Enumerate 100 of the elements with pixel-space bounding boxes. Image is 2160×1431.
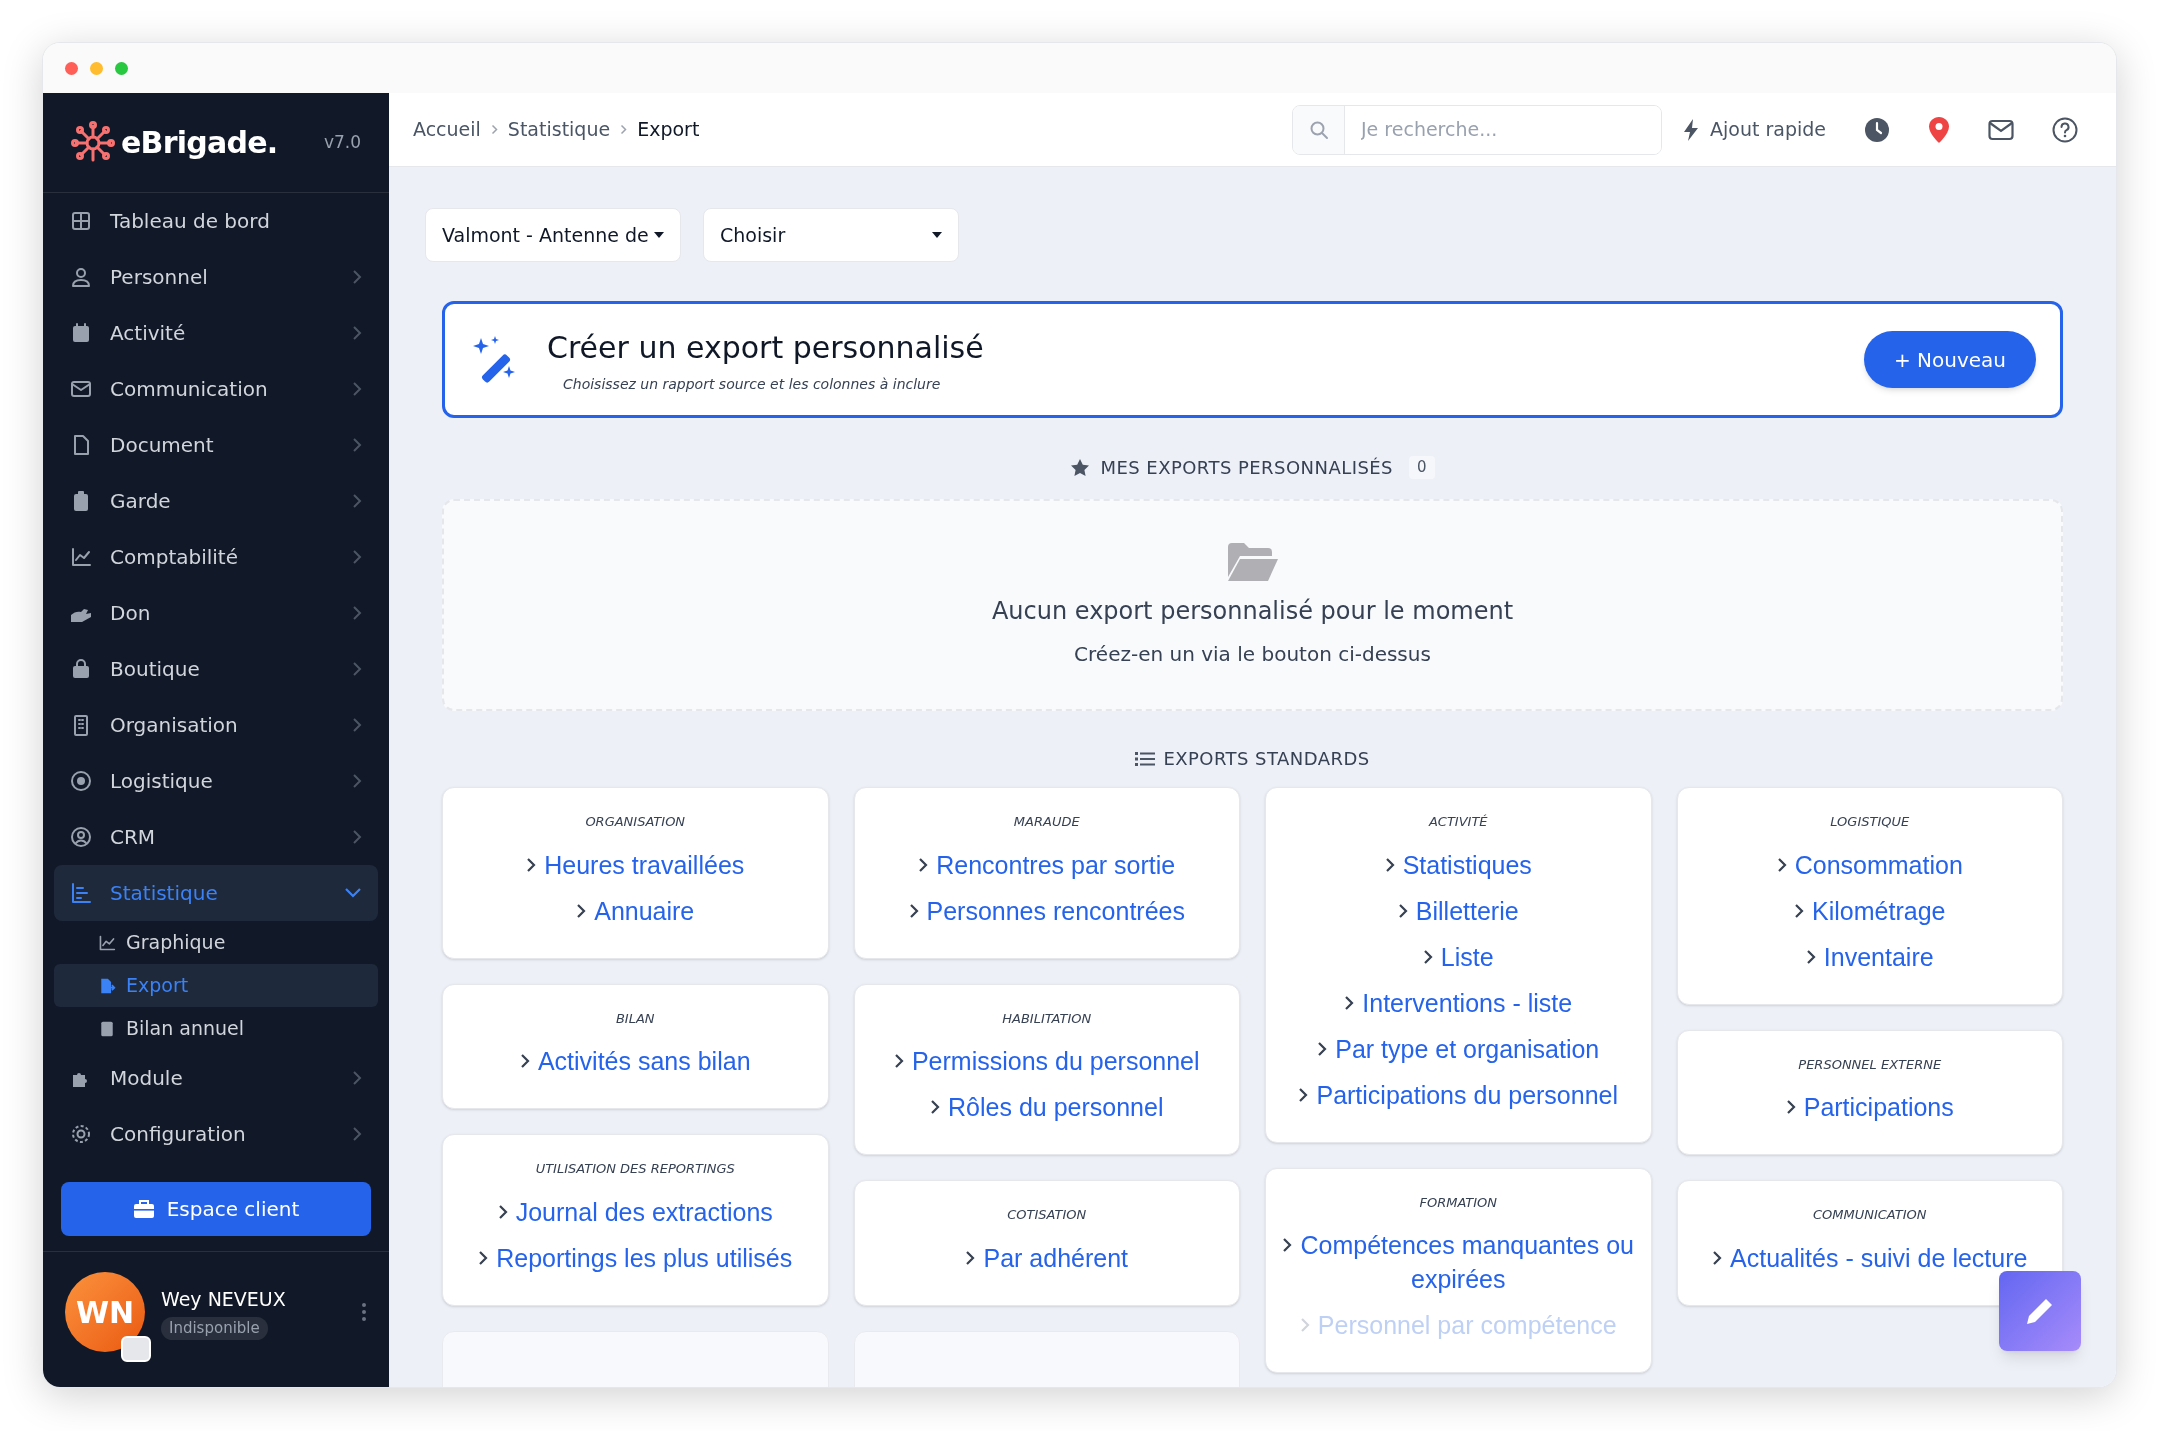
- category-label: UTILISATION DES REPORTINGS: [535, 1160, 735, 1178]
- sidebar-item[interactable]: Boutique: [54, 641, 378, 697]
- caret-down-icon: [654, 232, 664, 238]
- chevron-right-icon: [352, 661, 362, 677]
- sidebar-item[interactable]: Configuration: [54, 1106, 378, 1162]
- line-chart-icon: [98, 933, 116, 952]
- search-icon: [1308, 119, 1329, 140]
- chevron-right-icon: [497, 1203, 508, 1220]
- file-export-icon: [98, 976, 116, 995]
- export-link[interactable]: Journal des extractions: [497, 1188, 773, 1235]
- mail-icon[interactable]: [1988, 118, 2014, 141]
- edit-floating-button[interactable]: [1999, 1271, 2081, 1351]
- sidebar-item[interactable]: Don: [54, 585, 378, 641]
- export-link[interactable]: Permissions du personnel: [893, 1038, 1200, 1084]
- sidebar-item[interactable]: Logistique: [54, 753, 378, 809]
- lightning-icon: [1682, 117, 1700, 142]
- chevron-right-icon: [352, 549, 362, 565]
- export-link[interactable]: Participations du personnel: [1298, 1071, 1619, 1118]
- export-link[interactable]: Par type et organisation: [1317, 1025, 1600, 1072]
- more-options-icon[interactable]: [361, 1302, 367, 1322]
- sidebar-item[interactable]: Personnel: [54, 249, 378, 305]
- sidebar-subitem[interactable]: Bilan annuel: [54, 1007, 378, 1050]
- user-name: Wey NEVEUX: [161, 1286, 287, 1312]
- export-link[interactable]: Compétences manquantes ou expirées: [1280, 1222, 1637, 1302]
- user-avatar[interactable]: WN: [65, 1272, 145, 1352]
- category-label: ORGANISATION: [585, 813, 686, 831]
- help-icon[interactable]: [2052, 116, 2078, 143]
- list-icon: [1135, 750, 1156, 767]
- export-link[interactable]: Personnes rencontrées: [908, 887, 1185, 934]
- export-link[interactable]: Kilométrage: [1794, 887, 1946, 934]
- sidebar-item[interactable]: Organisation: [54, 697, 378, 753]
- gear-icon: [70, 1123, 92, 1145]
- sidebar-item[interactable]: Comptabilité: [54, 529, 378, 585]
- clock-icon[interactable]: [1864, 116, 1890, 143]
- export-link[interactable]: Inventaire: [1805, 933, 1934, 980]
- export-link[interactable]: Consommation: [1776, 841, 1963, 888]
- export-link[interactable]: Interventions - liste: [1344, 979, 1573, 1026]
- envelope-icon: [70, 378, 92, 400]
- export-link[interactable]: Reportings les plus utilisés: [478, 1234, 793, 1281]
- category-label: ACTIVITÉ: [1428, 813, 1488, 831]
- sidebar-subitem[interactable]: Graphique: [54, 921, 378, 964]
- sidebar-subitem[interactable]: Export: [54, 964, 378, 1007]
- export-link[interactable]: Participations: [1785, 1084, 1954, 1130]
- calendar-icon: [70, 322, 92, 344]
- chevron-right-icon: [1317, 1040, 1328, 1057]
- card-subtitle: Choisissez un rapport source et les colonnes à inclure: [563, 374, 942, 394]
- sidebar-item[interactable]: Activité: [54, 305, 378, 361]
- export-link[interactable]: Annuaire: [576, 887, 695, 934]
- sidebar-item[interactable]: Garde: [54, 473, 378, 529]
- export-link[interactable]: Rencontres par sortie: [918, 841, 1176, 888]
- section-heading: MES EXPORTS PERSONNALISÉS: [1100, 456, 1393, 480]
- sidebar-item[interactable]: Document: [54, 417, 378, 473]
- chevron-down-icon: [344, 887, 362, 899]
- chevron-right-icon: [352, 773, 362, 789]
- category-label: LOGISTIQUE: [1830, 813, 1910, 831]
- chevron-right-icon: [352, 325, 362, 341]
- breadcrumb-separator-icon: [620, 124, 628, 135]
- sidebar-item[interactable]: Statistique: [54, 865, 378, 921]
- export-link[interactable]: Par adhérent: [965, 1234, 1128, 1281]
- new-export-button[interactable]: + Nouveau: [1863, 331, 2036, 388]
- export-link[interactable]: Billetterie: [1397, 887, 1519, 934]
- dropdown-select[interactable]: Choisir: [703, 208, 959, 262]
- chevron-right-icon: [352, 381, 362, 397]
- chevron-right-icon: [1298, 1086, 1309, 1103]
- briefcase-icon: [132, 1199, 155, 1219]
- breadcrumb-link[interactable]: Accueil: [413, 115, 481, 144]
- person-icon: [70, 266, 92, 288]
- client-space-button[interactable]: Espace client: [61, 1182, 371, 1236]
- chevron-right-icon: [893, 1053, 904, 1069]
- dropdown-select[interactable]: Valmont - Antenne de: [425, 208, 681, 262]
- export-link[interactable]: Activités sans bilan: [519, 1038, 751, 1084]
- chevron-right-icon: [352, 605, 362, 621]
- export-link[interactable]: Heures travaillées: [526, 841, 745, 888]
- chevron-right-icon: [1776, 856, 1787, 873]
- chevron-right-icon: [352, 437, 362, 453]
- export-link[interactable]: Rôles du personnel: [930, 1084, 1164, 1130]
- chevron-right-icon: [1397, 902, 1408, 919]
- sidebar-item[interactable]: Tableau de bord: [54, 193, 378, 249]
- chevron-right-icon: [576, 902, 587, 919]
- chevron-right-icon: [1344, 994, 1355, 1011]
- target-icon: [70, 770, 92, 792]
- sidebar-item[interactable]: CRM: [54, 809, 378, 865]
- sidebar-item[interactable]: Module: [54, 1050, 378, 1106]
- sidebar-item[interactable]: Communication: [54, 361, 378, 417]
- breadcrumb-link[interactable]: Statistique: [507, 115, 611, 144]
- breadcrumb-current[interactable]: Export: [637, 115, 700, 144]
- shopping-bag-icon: [70, 658, 92, 680]
- chevron-right-icon: [352, 829, 362, 845]
- export-link[interactable]: Actualités - suivi de lecture: [1712, 1234, 2028, 1281]
- export-link[interactable]: Statistiques: [1384, 841, 1532, 888]
- export-link[interactable]: Liste: [1422, 933, 1494, 980]
- grid-icon: [70, 210, 92, 232]
- chevron-right-icon: [1712, 1249, 1723, 1266]
- map-pin-icon[interactable]: [1928, 115, 1950, 144]
- quick-add-button[interactable]: Ajout rapide: [1682, 115, 1826, 144]
- chevron-right-icon: [918, 856, 929, 873]
- chevron-right-icon: [526, 856, 537, 873]
- category-label: MARAUDE: [1013, 813, 1080, 831]
- chevron-right-icon: [965, 1249, 976, 1266]
- chevron-right-icon: [352, 493, 362, 509]
